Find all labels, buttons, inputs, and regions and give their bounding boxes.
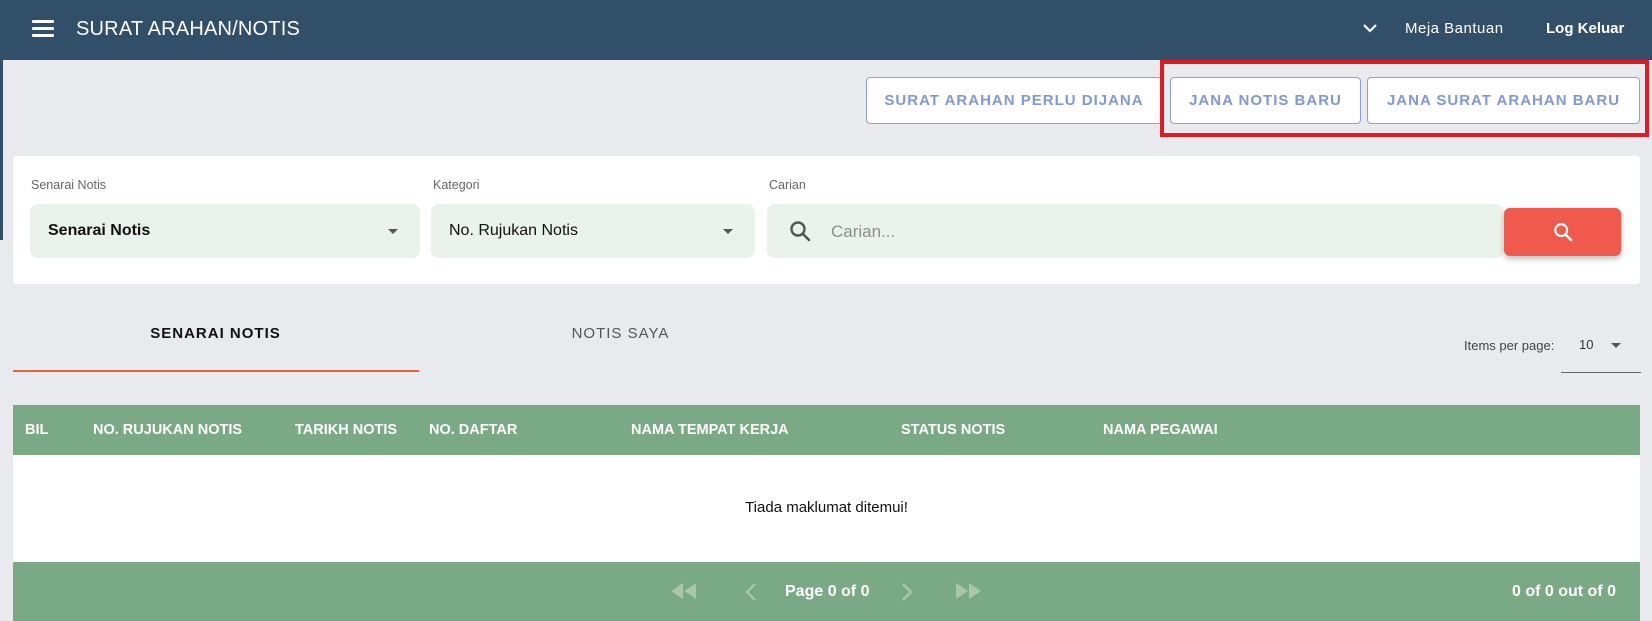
table-header: BIL NO. RUJUKAN NOTIS TARIKH NOTIS NO. D… [13, 405, 1640, 455]
prev-page-icon[interactable] [743, 582, 759, 602]
page-indicator: Page 0 of 0 [785, 583, 870, 600]
dropdown-caret-icon [388, 229, 398, 234]
column-header[interactable]: NAMA PEGAWAI [1103, 422, 1218, 438]
logout-link[interactable]: Log Keluar [1546, 20, 1624, 37]
first-page-icon[interactable] [669, 582, 699, 600]
carian-label: Carian [769, 178, 806, 192]
filter-card: Senarai Notis Kategori Carian Senarai No… [13, 156, 1640, 284]
chevron-down-icon[interactable] [1361, 20, 1379, 36]
search-button[interactable] [1504, 208, 1621, 256]
dropdown-caret-icon [723, 229, 733, 234]
table-body: Tiada maklumat ditemui! [13, 455, 1640, 562]
jana-notis-baru-button[interactable]: JANA NOTIS BARU [1170, 77, 1361, 124]
senarai-notis-select[interactable]: Senarai Notis [30, 204, 420, 258]
items-per-page-label: Items per page: [1464, 338, 1555, 353]
menu-icon[interactable] [32, 20, 54, 38]
senarai-notis-value: Senarai Notis [48, 222, 151, 239]
items-per-page-select[interactable]: 10 [1561, 326, 1641, 373]
tab-notis-saya[interactable]: NOTIS SAYA [418, 325, 823, 373]
column-header[interactable]: TARIKH NOTIS [295, 422, 397, 438]
dropdown-caret-icon [1611, 343, 1621, 348]
jana-surat-arahan-baru-button[interactable]: JANA SURAT ARAHAN BARU [1367, 77, 1640, 124]
surat-arahan-perlu-dijana-button[interactable]: SURAT ARAHAN PERLU DIJANA [866, 77, 1162, 124]
kategori-label: Kategori [433, 178, 480, 192]
column-header[interactable]: NAMA TEMPAT KERJA [631, 422, 789, 438]
top-app-bar: SURAT ARAHAN/NOTIS Meja Bantuan Log Kelu… [0, 0, 1652, 60]
empty-message: Tiada maklumat ditemui! [745, 499, 908, 516]
active-tab-indicator [13, 370, 419, 372]
side-strip [0, 60, 3, 240]
page-title: SURAT ARAHAN/NOTIS [76, 18, 301, 40]
column-header[interactable]: NO. RUJUKAN NOTIS [93, 422, 242, 438]
next-page-icon[interactable] [899, 582, 915, 602]
pagination-bar: Page 0 of 0 0 of 0 out of 0 [13, 562, 1640, 621]
kategori-select[interactable]: No. Rujukan Notis [431, 204, 755, 258]
help-desk-link[interactable]: Meja Bantuan [1405, 20, 1504, 37]
search-input[interactable] [829, 216, 1483, 248]
column-header[interactable]: BIL [25, 422, 48, 438]
items-per-page-value: 10 [1579, 337, 1594, 352]
search-icon [790, 221, 811, 242]
senarai-notis-label: Senarai Notis [31, 178, 107, 192]
kategori-value: No. Rujukan Notis [449, 222, 578, 239]
last-page-icon[interactable] [953, 582, 983, 600]
column-header[interactable]: NO. DAFTAR [429, 422, 517, 438]
search-field[interactable] [767, 204, 1504, 258]
search-icon [1553, 223, 1572, 242]
column-header[interactable]: STATUS NOTIS [901, 422, 1005, 438]
tab-senarai-notis[interactable]: SENARAI NOTIS [13, 325, 418, 373]
range-indicator: 0 of 0 out of 0 [1512, 583, 1616, 600]
